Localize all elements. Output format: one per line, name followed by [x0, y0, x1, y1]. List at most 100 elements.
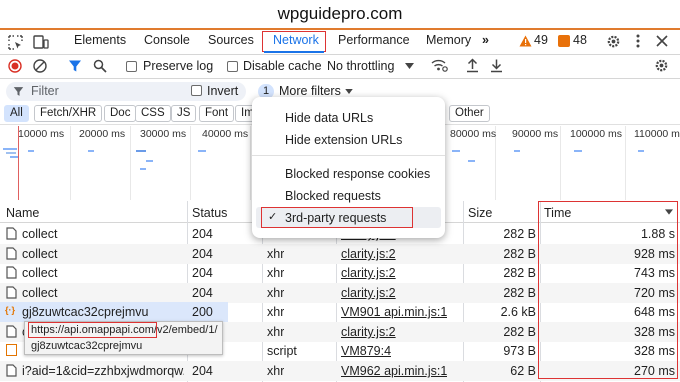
network-settings-gear-icon[interactable]: [654, 58, 669, 73]
network-tab-highlight: [262, 31, 326, 52]
type-chip-js[interactable]: JS: [171, 105, 197, 122]
warning-icon[interactable]: [519, 35, 532, 47]
request-name[interactable]: collect: [22, 266, 182, 280]
type-chip-other[interactable]: Other: [449, 105, 490, 122]
chevron-down-icon[interactable]: [405, 63, 414, 69]
tab-sources[interactable]: Sources: [208, 33, 254, 47]
tooltip-url-rest: v2/embed/1/: [156, 324, 218, 336]
request-initiator[interactable]: clarity.js:2: [341, 286, 396, 300]
active-tab-indicator: [264, 51, 324, 53]
timeline-bar: [574, 150, 582, 152]
request-size: 282 B: [503, 266, 536, 280]
timeline-bar: [28, 150, 34, 152]
network-conditions-icon[interactable]: [431, 58, 448, 73]
request-type: xhr: [267, 364, 285, 378]
more-options-icon[interactable]: [636, 34, 640, 48]
request-type: xhr: [267, 247, 285, 261]
overview-tick: 90000 ms: [512, 128, 559, 140]
warning-count[interactable]: 49: [534, 33, 548, 47]
inspect-element-icon[interactable]: [8, 35, 23, 50]
preserve-log-label: Preserve log: [143, 59, 214, 73]
document-icon: [6, 364, 17, 377]
request-name[interactable]: i?aid=1&cid=zzhbxjwdmorqw...: [22, 364, 184, 378]
time-column-highlight: [538, 201, 678, 379]
disable-cache-label: Disable cache: [243, 59, 322, 73]
menu-divider: [252, 155, 445, 156]
error-count[interactable]: 48: [573, 33, 587, 47]
more-filters-button[interactable]: More filters: [279, 84, 341, 98]
load-event-marker: [18, 126, 19, 200]
search-icon[interactable]: [93, 59, 107, 73]
overview-tick: 110000 m: [634, 128, 680, 140]
document-icon: [6, 247, 17, 260]
type-chip-all[interactable]: All: [4, 105, 29, 122]
invert-checkbox[interactable]: [191, 85, 202, 96]
timeline-bar: [514, 150, 520, 152]
filter-funnel-icon[interactable]: [68, 59, 82, 73]
type-chip-font[interactable]: Font: [199, 105, 235, 122]
request-initiator[interactable]: VM962 api.min.js:1: [341, 364, 447, 378]
tooltip-domain-highlight: [28, 322, 157, 338]
request-name[interactable]: gj8zuwtcac32cprejmvu: [22, 305, 182, 319]
tab-console[interactable]: Console: [144, 33, 190, 47]
menu-item-hide-extension-urls[interactable]: Hide extension URLs: [285, 133, 402, 147]
error-icon[interactable]: [558, 35, 570, 47]
grid-line: [190, 126, 191, 200]
column-header-name[interactable]: Name: [6, 206, 39, 220]
request-initiator[interactable]: clarity.js:2: [341, 247, 396, 261]
more-filters-chevron-icon[interactable]: [345, 89, 353, 94]
menu-item-blocked-response-cookies[interactable]: Blocked response cookies: [285, 167, 430, 181]
document-icon: [6, 286, 17, 299]
request-size: 282 B: [503, 286, 536, 300]
timeline-bar: [638, 150, 644, 152]
request-name[interactable]: collect: [22, 247, 182, 261]
device-toolbar-icon[interactable]: [33, 35, 49, 49]
export-har-icon[interactable]: [490, 58, 503, 73]
type-chip-doc[interactable]: Doc: [104, 105, 137, 122]
menu-item-blocked-requests[interactable]: Blocked requests: [285, 189, 381, 203]
menu-item-hide-data-urls[interactable]: Hide data URLs: [285, 111, 373, 125]
grid-line: [70, 126, 71, 200]
column-header-size[interactable]: Size: [468, 206, 492, 220]
timeline-bar: [140, 168, 146, 170]
request-status: 204: [192, 247, 213, 261]
request-initiator[interactable]: VM879:4: [341, 344, 391, 358]
timeline-bar: [6, 152, 16, 154]
request-type: xhr: [267, 325, 285, 339]
settings-gear-icon[interactable]: [606, 34, 621, 49]
request-status: 204: [192, 227, 213, 241]
request-size: 62 B: [510, 364, 536, 378]
record-stop-icon[interactable]: [8, 59, 22, 73]
invert-label: Invert: [207, 84, 239, 98]
request-initiator[interactable]: clarity.js:2: [341, 325, 396, 339]
clear-icon[interactable]: [33, 59, 47, 73]
preserve-log-checkbox[interactable]: [126, 61, 137, 72]
tab-elements[interactable]: Elements: [74, 33, 126, 47]
request-type: script: [267, 344, 297, 358]
tab-performance[interactable]: Performance: [338, 33, 410, 47]
timeline-bar: [136, 150, 146, 152]
throttling-select[interactable]: No throttling: [327, 59, 394, 73]
request-size: 282 B: [503, 227, 536, 241]
request-size: 282 B: [503, 325, 536, 339]
type-chip-css[interactable]: CSS: [135, 105, 171, 122]
overview-tick: 10000 ms: [18, 128, 65, 140]
import-har-icon[interactable]: [466, 58, 479, 73]
timeline-bar: [3, 148, 17, 150]
tab-memory[interactable]: Memory: [426, 33, 471, 47]
type-chip-fetch-xhr[interactable]: Fetch/XHR: [34, 105, 103, 122]
request-initiator[interactable]: clarity.js:2: [341, 266, 396, 280]
disable-cache-checkbox[interactable]: [227, 61, 238, 72]
overview-tick: 100000 ms: [570, 128, 622, 140]
request-name[interactable]: collect: [22, 286, 182, 300]
more-tabs-icon[interactable]: »: [482, 33, 489, 47]
request-status: 204: [192, 266, 213, 280]
script-icon: [6, 344, 17, 356]
close-icon[interactable]: [656, 35, 668, 47]
grid-line: [560, 126, 561, 200]
request-name[interactable]: collect: [22, 227, 182, 241]
request-status: 204: [192, 364, 213, 378]
site-name: wpguidepro.com: [277, 4, 403, 23]
request-initiator[interactable]: VM901 api.min.js:1: [341, 305, 447, 319]
column-header-status[interactable]: Status: [192, 206, 227, 220]
